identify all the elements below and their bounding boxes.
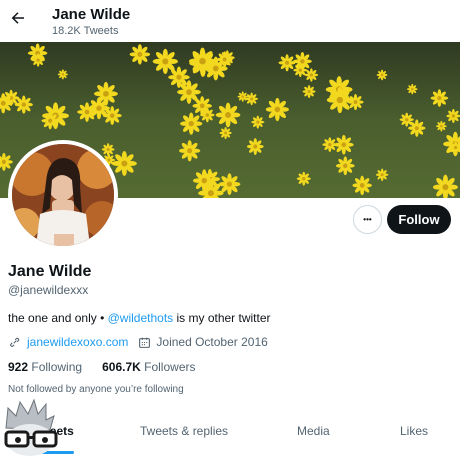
banner-flower bbox=[216, 51, 233, 68]
banner-flower bbox=[178, 140, 201, 162]
banner-flower bbox=[408, 119, 426, 137]
followers-stat[interactable]: 606.7K Followers bbox=[102, 360, 195, 374]
profile-bio: the one and only • @wildethots is my oth… bbox=[8, 311, 271, 325]
banner-flower bbox=[296, 171, 311, 186]
back-button[interactable] bbox=[6, 6, 30, 30]
watermark-logo bbox=[0, 398, 64, 458]
ellipsis-icon: ••• bbox=[363, 215, 372, 224]
banner-flower bbox=[446, 108, 460, 123]
banner-flower bbox=[111, 150, 137, 176]
banner-flower bbox=[302, 85, 316, 99]
avatar-image bbox=[12, 144, 114, 246]
profile-tabs: Tweets Tweets & replies Media Likes bbox=[0, 416, 460, 460]
profile-name: Jane Wilde bbox=[8, 263, 92, 280]
banner-flower bbox=[251, 115, 265, 129]
header-name: Jane Wilde bbox=[52, 6, 131, 23]
banner-flower bbox=[375, 168, 389, 182]
banner-flower bbox=[237, 91, 248, 102]
banner-flower bbox=[14, 95, 33, 114]
followers-label: Followers bbox=[144, 360, 196, 374]
banner-flower bbox=[189, 47, 217, 75]
following-label: Following bbox=[31, 360, 83, 374]
following-count: 922 bbox=[8, 360, 29, 374]
banner-flower bbox=[407, 83, 418, 95]
banner-flower bbox=[192, 96, 212, 116]
banner-flower bbox=[246, 138, 264, 155]
banner-flower bbox=[94, 81, 118, 106]
bio-suffix: is my other twitter bbox=[173, 311, 271, 325]
arrow-left-icon bbox=[11, 12, 24, 24]
banner-flower bbox=[430, 89, 449, 107]
website-link[interactable]: janewildexoxo.com bbox=[27, 335, 128, 349]
followers-count: 606.7K bbox=[102, 360, 141, 374]
calendar-icon bbox=[139, 337, 151, 348]
banner-flower bbox=[304, 68, 319, 82]
banner-flower bbox=[168, 66, 190, 88]
banner-flower bbox=[57, 69, 68, 80]
banner-flower bbox=[278, 54, 296, 72]
avatar[interactable] bbox=[8, 140, 118, 250]
following-stat[interactable]: 922 Following bbox=[8, 360, 82, 374]
banner-flower bbox=[376, 69, 388, 81]
banner-flower bbox=[101, 143, 115, 156]
tab-media[interactable]: Media bbox=[297, 424, 330, 438]
banner-flower bbox=[436, 120, 447, 132]
more-options-button[interactable]: ••• bbox=[353, 205, 382, 234]
banner-flower bbox=[31, 53, 45, 67]
banner-flower bbox=[219, 126, 232, 140]
profile-handle: @janewildexxx bbox=[8, 283, 89, 297]
link-icon bbox=[10, 337, 20, 347]
banner-flower bbox=[245, 92, 258, 106]
banner-flower bbox=[192, 169, 216, 192]
profile-stats: 922 Following 606.7K Followers bbox=[8, 360, 196, 374]
banner-flower bbox=[215, 102, 241, 128]
banner-flower bbox=[352, 175, 372, 196]
banner-flower bbox=[265, 97, 290, 122]
top-bar: Jane Wilde 18.2K Tweets bbox=[0, 0, 460, 42]
banner-flower bbox=[129, 44, 151, 65]
banner-flower bbox=[180, 112, 203, 135]
follow-button[interactable]: Follow bbox=[387, 205, 451, 234]
banner-flower bbox=[335, 156, 355, 176]
banner-flower bbox=[326, 86, 354, 114]
not-followed-note: Not followed by anyone you’re following bbox=[8, 384, 184, 395]
tab-tweets-replies[interactable]: Tweets & replies bbox=[140, 424, 228, 438]
bio-mention-link[interactable]: @wildethots bbox=[108, 311, 174, 325]
joined-info: Joined October 2016 bbox=[138, 335, 268, 349]
profile-meta: janewildexoxo.com Joined October 2016 bbox=[8, 335, 268, 349]
banner-flower bbox=[41, 112, 59, 130]
joined-date: Joined October 2016 bbox=[156, 335, 268, 349]
tab-likes[interactable]: Likes bbox=[400, 424, 428, 438]
banner-flower bbox=[322, 137, 338, 152]
header-tweet-count: 18.2K Tweets bbox=[52, 25, 119, 37]
glasses-face-icon bbox=[4, 398, 58, 456]
bio-text: the one and only • bbox=[8, 311, 108, 325]
